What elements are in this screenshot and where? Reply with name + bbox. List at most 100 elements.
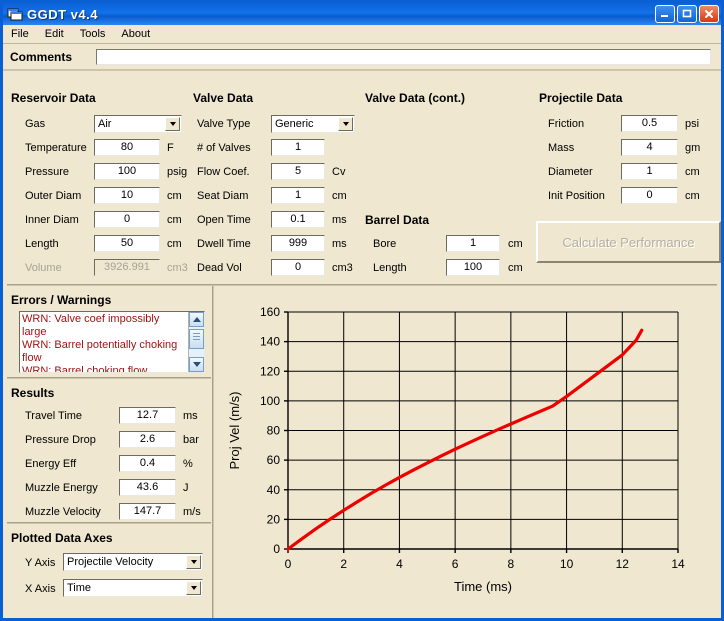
projectile-mass-input[interactable]: 4: [621, 139, 678, 156]
y-tick-label: 0: [273, 542, 280, 556]
valve-open-time-label: Open Time: [197, 214, 251, 226]
valve-dwell-time-input[interactable]: 999: [271, 235, 325, 252]
reservoir-gas-label: Gas: [25, 118, 46, 130]
y-tick-label: 60: [267, 453, 281, 467]
results-muzzle-velocity-label: Muzzle Velocity: [25, 506, 101, 518]
results-muzzle-energy-value: 43.6: [119, 479, 176, 496]
chevron-down-icon[interactable]: [165, 117, 180, 131]
results-energy-eff-unit: %: [183, 458, 193, 470]
barrel-length-input[interactable]: 100: [446, 259, 500, 276]
valve-dead-vol-label: Dead Vol: [197, 262, 242, 274]
x-tick-label: 0: [285, 557, 292, 571]
maximize-button[interactable]: [677, 5, 697, 23]
valve-type-value: Generic: [275, 118, 314, 130]
y-tick-label: 100: [260, 394, 280, 408]
results-pressure-drop-label: Pressure Drop: [25, 434, 96, 446]
minimize-button[interactable]: [655, 5, 675, 23]
projectile-friction-unit: psi: [685, 118, 700, 130]
valve-seat-diam-unit: cm: [332, 190, 347, 202]
reservoir-temperature-label: Temperature: [25, 142, 87, 154]
scrollbar-thumb[interactable]: [189, 329, 204, 349]
errors-scrollbar[interactable]: [188, 312, 204, 372]
ggdt-main-window: GGDT v4.4 File Edit Tools About Comments: [0, 0, 724, 621]
x-tick-label: 8: [508, 557, 515, 571]
reservoir-pressure-input[interactable]: 100: [94, 163, 160, 180]
projectile-diameter-input[interactable]: 1: [621, 163, 678, 180]
x-tick-label: 2: [340, 557, 347, 571]
menu-bar: File Edit Tools About: [3, 25, 721, 44]
caret-down-icon[interactable]: [189, 357, 204, 372]
list-item[interactable]: WRN: Valve coef impossibly large: [22, 313, 185, 339]
x-tick-label: 14: [671, 557, 685, 571]
reservoir-gas-combo[interactable]: Air: [94, 115, 182, 133]
reservoir-outer-diam-input[interactable]: 10: [94, 187, 160, 204]
caret-up-icon[interactable]: [189, 312, 204, 327]
results-energy-eff-value: 0.4: [119, 455, 176, 472]
valve-dwell-time-label: Dwell Time: [197, 238, 251, 250]
close-button[interactable]: [699, 5, 719, 23]
valve-type-combo[interactable]: Generic: [271, 115, 355, 133]
x-tick-label: 4: [396, 557, 403, 571]
x-tick-label: 10: [560, 557, 574, 571]
x-axis-combo[interactable]: Time: [63, 579, 203, 597]
menu-item-about[interactable]: About: [113, 27, 158, 41]
reservoir-volume-label: Volume: [25, 262, 62, 274]
y-tick-label: 160: [260, 305, 280, 319]
projectile-init-position-input[interactable]: 0: [621, 187, 678, 204]
reservoir-pressure-label: Pressure: [25, 166, 70, 178]
reservoir-temperature-input[interactable]: 80: [94, 139, 160, 156]
list-item[interactable]: WRN: Barrel potentially choking flow: [22, 339, 185, 365]
y-axis-combo[interactable]: Projectile Velocity: [63, 553, 203, 571]
calculate-performance-button[interactable]: Calculate Performance: [536, 221, 721, 263]
y-axis-label: Y Axis: [25, 557, 56, 569]
valve-count-input[interactable]: 1: [271, 139, 325, 156]
valve-flow-coef-input[interactable]: 5: [271, 163, 325, 180]
comments-input[interactable]: [96, 48, 711, 65]
comments-bar: Comments: [3, 44, 721, 71]
chevron-down-icon[interactable]: [186, 581, 201, 595]
errors-warnings-listbox[interactable]: WRN: Valve coef impossibly large WRN: Ba…: [19, 311, 205, 373]
reservoir-volume-value: 3926.991: [94, 259, 160, 276]
divider-errors-results: [7, 377, 211, 379]
errors-warnings-title: Errors / Warnings: [11, 293, 112, 307]
projectile-friction-input[interactable]: 0.5: [621, 115, 678, 132]
reservoir-data-title: Reservoir Data: [11, 91, 96, 105]
y-tick-label: 40: [267, 483, 281, 497]
projectile-init-position-label: Init Position: [548, 190, 605, 202]
valve-open-time-unit: ms: [332, 214, 347, 226]
reservoir-length-unit: cm: [167, 238, 182, 250]
projectile-mass-label: Mass: [548, 142, 575, 154]
x-axis-value: Time: [67, 582, 92, 594]
projectile-mass-unit: gm: [685, 142, 701, 154]
reservoir-outer-diam-label: Outer Diam: [25, 190, 82, 202]
x-axis-label: X Axis: [25, 583, 56, 595]
results-travel-time-value: 12.7: [119, 407, 176, 424]
comments-label: Comments: [10, 49, 73, 64]
chevron-down-icon[interactable]: [186, 555, 201, 569]
menu-item-file[interactable]: File: [3, 27, 37, 41]
projectile-diameter-unit: cm: [685, 166, 700, 178]
window-title: GGDT v4.4: [27, 6, 98, 22]
menu-item-edit[interactable]: Edit: [37, 27, 72, 41]
y-tick-label: 120: [260, 364, 280, 378]
chevron-down-icon[interactable]: [338, 117, 353, 131]
reservoir-inner-diam-unit: cm: [167, 214, 182, 226]
reservoir-length-label: Length: [25, 238, 59, 250]
reservoir-length-input[interactable]: 50: [94, 235, 160, 252]
results-muzzle-velocity-unit: m/s: [183, 506, 201, 518]
y-axis-value: Projectile Velocity: [67, 556, 154, 568]
valve-count-label: # of Valves: [197, 142, 251, 154]
valve-open-time-input[interactable]: 0.1: [271, 211, 325, 228]
list-item[interactable]: WRN: Barrel choking flow: [22, 365, 185, 372]
valve-seat-diam-input[interactable]: 1: [271, 187, 325, 204]
menu-item-tools[interactable]: Tools: [72, 27, 114, 41]
reservoir-inner-diam-input[interactable]: 0: [94, 211, 160, 228]
valve-type-label: Valve Type: [197, 118, 251, 130]
results-pressure-drop-unit: bar: [183, 434, 199, 446]
title-bar: GGDT v4.4: [3, 3, 721, 25]
barrel-data-title: Barrel Data: [365, 213, 430, 227]
barrel-length-label: Length: [373, 262, 407, 274]
window-controls: [655, 5, 719, 23]
barrel-bore-input[interactable]: 1: [446, 235, 500, 252]
valve-dead-vol-input[interactable]: 0: [271, 259, 325, 276]
